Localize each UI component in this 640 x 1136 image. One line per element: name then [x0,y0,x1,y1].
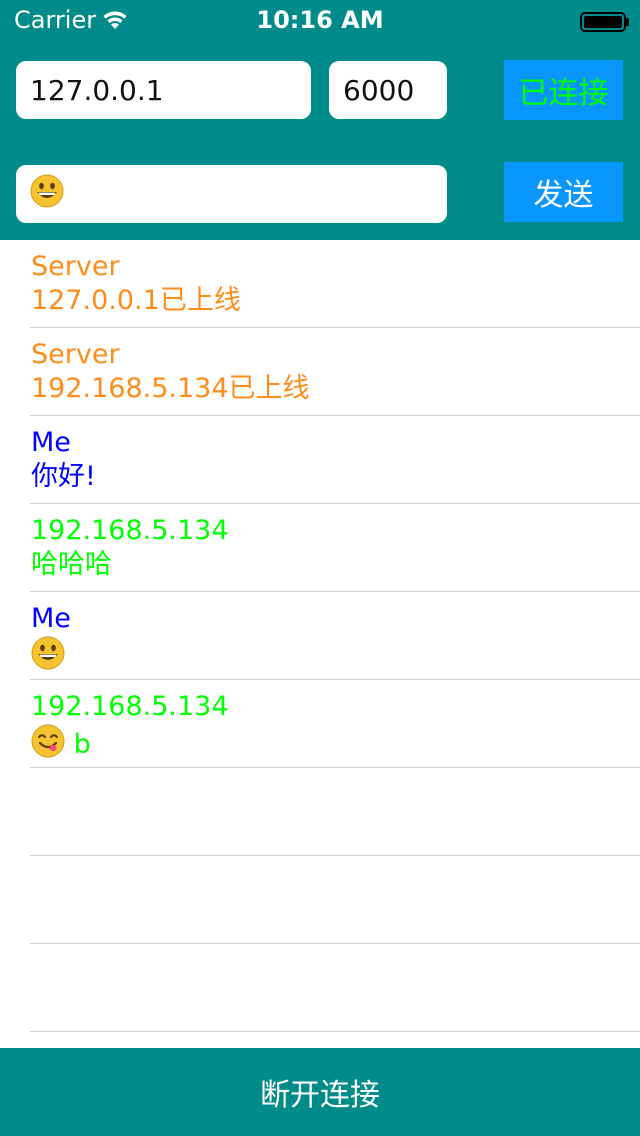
message-sender: Me [31,603,71,634]
connect-button-label: 已连接 [518,76,609,111]
port-input[interactable]: 6000 [329,61,447,119]
message-sender: 192.168.5.134 [31,515,229,546]
port-value: 6000 [343,73,415,107]
send-button[interactable]: 发送 [504,162,623,222]
message-text: 192.168.5.134已上线 [31,373,310,404]
ip-address-value: 127.0.0.1 [30,73,164,107]
disconnect-button-label: 断开连接 [260,1078,380,1113]
yum-face-icon [31,724,65,767]
empty-row [30,856,640,944]
connection-panel: Carrier 10:16 AM 127.0.0.1 6000 已连接 发送 [0,0,640,240]
message-content: b [31,724,91,767]
send-button-label: 发送 [533,178,594,213]
battery-icon [580,10,630,38]
empty-row [30,944,640,1032]
status-time: 10:16 AM [256,6,384,34]
empty-row [30,768,640,856]
message-row: Server 127.0.0.1已上线 [30,240,640,328]
ip-address-input[interactable]: 127.0.0.1 [16,61,311,119]
message-sender: Server [31,339,120,370]
status-bar: Carrier 10:16 AM [0,0,640,40]
message-sender: Me [31,427,71,458]
message-sender: 192.168.5.134 [31,691,229,722]
message-text: b [73,729,91,760]
message-row: Me 你好! [30,416,640,504]
connect-button[interactable]: 已连接 [504,60,623,120]
message-text: 127.0.0.1已上线 [31,285,241,316]
message-text: 你好! [31,461,96,492]
message-input[interactable] [16,165,447,223]
message-row: 192.168.5.134 b [30,680,640,768]
message-list[interactable]: Server 127.0.0.1已上线 Server 192.168.5.134… [0,240,640,1032]
message-row: Server 192.168.5.134已上线 [30,328,640,416]
grinning-face-icon [30,174,64,215]
message-row: Me [30,592,640,680]
grinning-face-icon [31,636,65,679]
message-row: 192.168.5.134 哈哈哈 [30,504,640,592]
message-sender: Server [31,251,120,282]
disconnect-button[interactable]: 断开连接 [0,1048,640,1136]
message-text: 哈哈哈 [31,549,112,580]
message-content [31,636,65,679]
